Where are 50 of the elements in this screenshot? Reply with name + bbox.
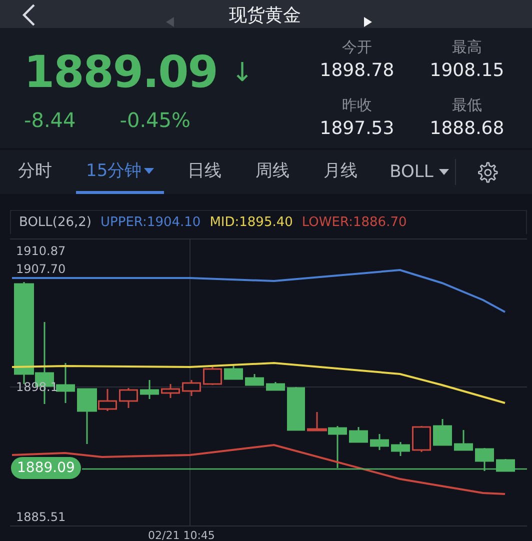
candlestick bbox=[245, 374, 264, 386]
candlestick bbox=[433, 419, 452, 446]
legend-value: LOWER:1886.70 bbox=[302, 215, 407, 230]
percent-change: -0.45% bbox=[120, 108, 191, 132]
candlestick bbox=[56, 363, 75, 403]
axis-label: 1910.87 bbox=[16, 244, 66, 258]
next-icon[interactable] bbox=[364, 17, 372, 27]
candlestick bbox=[370, 434, 389, 450]
candlestick bbox=[391, 442, 410, 456]
stat-label: 最高 bbox=[452, 37, 482, 58]
candlestick bbox=[182, 380, 201, 396]
candlestick bbox=[496, 459, 515, 472]
window-title: 现货黄金 bbox=[229, 4, 301, 27]
stat-value: 1908.15 bbox=[430, 59, 504, 83]
candlestick bbox=[203, 367, 222, 385]
indicator-name: BOLL(26,2) bbox=[19, 215, 92, 230]
candlestick bbox=[224, 364, 243, 380]
period-tab[interactable]: 日线 bbox=[178, 150, 232, 194]
time-label: 02/21 10:45 bbox=[148, 529, 215, 541]
indicator-dropdown[interactable]: BOLL bbox=[390, 159, 456, 185]
candlestick bbox=[475, 448, 494, 471]
candlestick bbox=[349, 427, 368, 443]
current-price: 1889.09 bbox=[24, 46, 218, 100]
stat-value: 1897.53 bbox=[320, 117, 394, 141]
stat-label: 最低 bbox=[452, 95, 482, 116]
candlestick bbox=[266, 382, 285, 391]
candlestick bbox=[412, 426, 431, 452]
stat-value: 1898.78 bbox=[320, 59, 394, 83]
settings-icon[interactable] bbox=[476, 161, 498, 183]
back-icon[interactable] bbox=[22, 4, 36, 26]
legend-value: MID:1895.40 bbox=[210, 215, 293, 230]
period-tab[interactable]: 月线 bbox=[314, 150, 368, 194]
period-tab[interactable]: 分时 bbox=[8, 150, 62, 194]
axis-label: 1885.51 bbox=[16, 510, 66, 524]
candlestick bbox=[161, 384, 180, 398]
last-price-tag: 1889.09 bbox=[11, 457, 81, 479]
stat-label: 昨收 bbox=[342, 95, 372, 116]
stat-label: 今开 bbox=[342, 37, 372, 58]
axis-label: 1907.70 bbox=[16, 262, 66, 276]
caret-icon bbox=[439, 169, 450, 175]
period-tab[interactable]: 周线 bbox=[246, 150, 300, 194]
legend-value: UPPER:1904.10 bbox=[100, 215, 201, 230]
period-tab[interactable]: 15分钟 bbox=[76, 150, 164, 194]
candlestick bbox=[287, 387, 305, 431]
price-change: -8.44 bbox=[24, 108, 76, 132]
candlestick bbox=[119, 388, 138, 408]
stat-value: 1888.68 bbox=[430, 117, 504, 141]
trend-arrow: ↓ bbox=[231, 58, 254, 88]
candlestick bbox=[454, 430, 473, 451]
candlestick bbox=[140, 380, 159, 399]
